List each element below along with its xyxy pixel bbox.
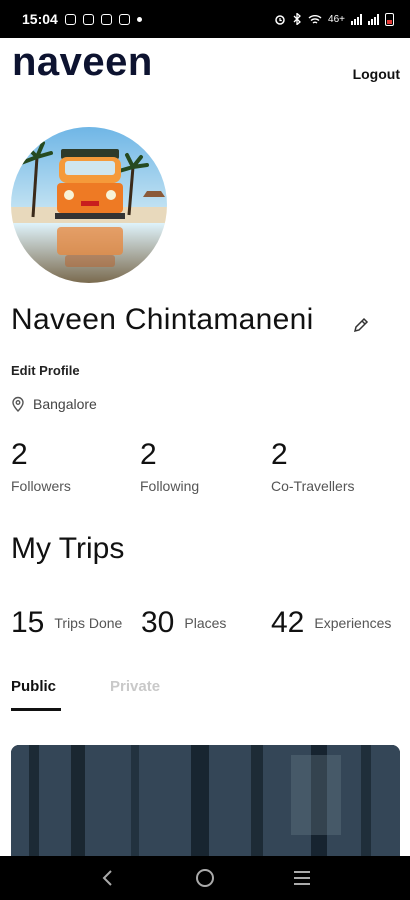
avatar[interactable]	[11, 127, 167, 283]
stat-value: 15	[11, 606, 45, 639]
system-nav-bar	[0, 856, 410, 900]
more-notifications-icon	[136, 16, 142, 22]
wifi-icon	[308, 14, 322, 24]
trip-card-image	[11, 745, 400, 865]
instagram-icon	[82, 13, 94, 25]
status-time: 15:04	[22, 11, 58, 27]
signal-icon	[351, 13, 362, 25]
stat-value: 2	[271, 438, 288, 471]
back-icon	[102, 870, 113, 886]
stat-value: 42	[271, 606, 305, 639]
location-text: Bangalore	[33, 396, 97, 412]
instagram-icon-2	[100, 13, 112, 25]
home-icon	[195, 869, 214, 887]
stat-label: Places	[184, 615, 227, 631]
stat-label: Co-Travellers	[271, 478, 355, 494]
pencil-icon[interactable]	[352, 316, 370, 334]
trip-card[interactable]	[11, 745, 400, 865]
status-left: 15:04	[22, 11, 142, 27]
stat-label: Trips Done	[54, 615, 123, 631]
tab-private[interactable]: Private	[110, 678, 160, 695]
stat-label: Followers	[11, 478, 71, 494]
stat-value: 2	[11, 438, 28, 471]
battery-icon	[385, 12, 394, 26]
home-button[interactable]	[193, 866, 217, 890]
network-type: 46+	[328, 13, 345, 25]
status-right: 46+	[274, 12, 394, 26]
page-title: naveen	[12, 40, 153, 84]
app-notification-icon	[118, 13, 130, 25]
stat-label: Following	[140, 478, 200, 494]
trips-done-stat: 15 Trips Done	[11, 606, 122, 640]
recents-button[interactable]	[290, 866, 314, 890]
tab-public[interactable]: Public	[11, 678, 56, 695]
location-pin-icon	[12, 396, 24, 412]
my-trips-heading: My Trips	[11, 532, 125, 565]
full-name: Naveen Chintamaneni	[11, 303, 314, 336]
location: Bangalore	[11, 396, 97, 412]
signal-icon-2	[368, 13, 379, 25]
back-button[interactable]	[96, 866, 120, 890]
edit-profile-link[interactable]: Edit Profile	[11, 363, 80, 378]
status-bar: 15:04 46+	[0, 0, 410, 38]
notification-icon	[64, 13, 76, 25]
co-travellers-stat[interactable]: 2 Co-Travellers	[271, 438, 355, 494]
logout-button[interactable]: Logout	[353, 66, 400, 82]
following-stat[interactable]: 2 Following	[140, 438, 199, 494]
bluetooth-icon	[293, 13, 301, 25]
avatar-photo	[11, 127, 167, 283]
stat-label: Experiences	[314, 615, 392, 631]
stat-value: 30	[141, 606, 175, 639]
experiences-stat: 42 Experiences	[271, 606, 391, 640]
followers-stat[interactable]: 2 Followers	[11, 438, 71, 494]
alarm-icon	[275, 15, 285, 25]
stat-value: 2	[140, 438, 157, 471]
places-stat: 30 Places	[141, 606, 226, 640]
menu-icon	[293, 871, 310, 885]
active-tab-indicator	[11, 708, 61, 711]
